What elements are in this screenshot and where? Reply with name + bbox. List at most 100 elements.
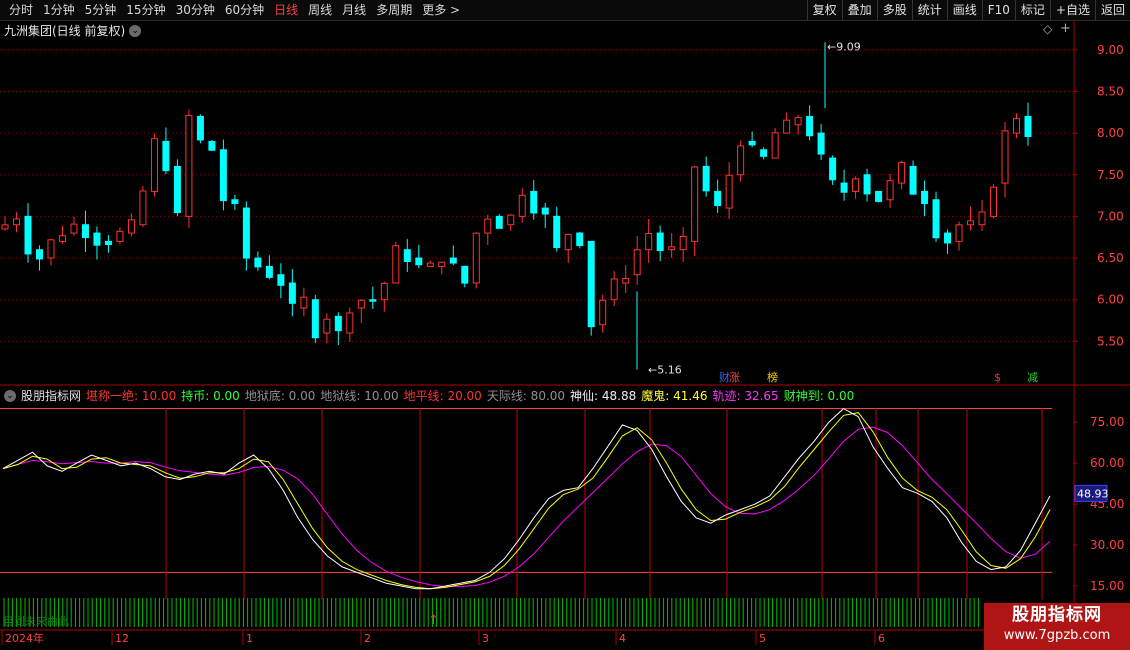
candle-body bbox=[530, 190, 538, 214]
time-label: 12 bbox=[115, 632, 129, 645]
candle-body bbox=[1024, 115, 1032, 138]
candle-body bbox=[564, 233, 572, 251]
candle-body bbox=[288, 282, 296, 304]
candle-body bbox=[35, 249, 43, 260]
candle-body bbox=[70, 223, 78, 234]
candle-body bbox=[829, 157, 837, 181]
candle-body bbox=[426, 262, 434, 267]
candle-body bbox=[725, 174, 733, 209]
indicator-legend-0: 堪称一绝: 10.00 bbox=[86, 389, 177, 403]
candle-body bbox=[173, 165, 181, 214]
candle-body bbox=[760, 149, 768, 157]
candle-body bbox=[978, 211, 986, 226]
candle-body bbox=[357, 299, 365, 309]
price-tick-label: 6.00 bbox=[1097, 293, 1124, 307]
indicator-legend-8: 轨迹: 32.65 bbox=[712, 389, 779, 403]
event-badge: 榜 bbox=[767, 370, 778, 384]
trace-line bbox=[2, 426, 1051, 587]
time-label: 5 bbox=[759, 632, 766, 645]
candle-body bbox=[93, 232, 101, 246]
price-tick-label: 6.50 bbox=[1097, 251, 1124, 265]
candle-body bbox=[219, 149, 227, 202]
candle-body bbox=[679, 235, 687, 251]
price-tick-label: 8.50 bbox=[1097, 84, 1124, 98]
indicator-legend-1: 持币: 0.00 bbox=[181, 389, 240, 403]
price-tick-label: 5.50 bbox=[1097, 334, 1124, 348]
candle-body bbox=[1, 224, 9, 230]
candle-body bbox=[748, 140, 756, 146]
candle-body bbox=[990, 186, 998, 217]
chart-canvas[interactable]: 9.00 8.50 8.00 7.50 7.00 6.50 6.00 5.50 ←9.09 ←5.… bbox=[0, 0, 1130, 650]
candle-body bbox=[840, 182, 848, 193]
candle-body bbox=[185, 114, 193, 217]
candle-body bbox=[967, 220, 975, 226]
candle-body bbox=[472, 232, 480, 284]
price-tick-label: 9.00 bbox=[1097, 43, 1124, 57]
candle-body bbox=[323, 318, 331, 334]
indicator-legend-6: 神仙: 48.88 bbox=[570, 389, 637, 403]
candle-body bbox=[254, 257, 262, 268]
candle-body bbox=[553, 215, 561, 249]
candle-body bbox=[150, 138, 158, 192]
time-label: 3 bbox=[482, 632, 489, 645]
candle-body bbox=[909, 165, 917, 195]
candle-body bbox=[817, 132, 825, 155]
candle-body bbox=[58, 235, 66, 242]
low-marker: ←5.16 bbox=[648, 364, 682, 377]
ind-tick-label: 30.00 bbox=[1090, 538, 1124, 552]
candle-body bbox=[208, 140, 216, 151]
indicator-name: 股朋指标网 bbox=[21, 389, 82, 403]
candle-body bbox=[863, 174, 871, 195]
candle-body bbox=[702, 165, 710, 192]
candle-body bbox=[12, 218, 20, 226]
candle-body bbox=[576, 232, 584, 247]
candle-body bbox=[955, 224, 963, 242]
candle-body bbox=[346, 312, 354, 334]
candle-body bbox=[645, 232, 653, 251]
candle-body bbox=[656, 232, 664, 252]
event-badge: 涨 bbox=[729, 371, 740, 384]
chevron-down-icon[interactable]: ⌄ bbox=[4, 389, 16, 402]
time-label: 2 bbox=[364, 632, 371, 645]
candle-body bbox=[1001, 130, 1009, 184]
price-tick-label: 8.00 bbox=[1097, 126, 1124, 140]
candle-body bbox=[518, 194, 526, 217]
candle-body bbox=[277, 274, 285, 286]
candle-body bbox=[622, 278, 630, 284]
candle-body bbox=[449, 257, 457, 264]
candle-body bbox=[127, 219, 135, 234]
candle-body bbox=[806, 115, 814, 137]
candle-body bbox=[392, 245, 400, 284]
candle-body bbox=[311, 299, 319, 339]
candle-body bbox=[875, 190, 883, 202]
stripe-label: 目到未来由此 bbox=[3, 615, 69, 628]
indicator-legend-5: 天际线: 80.00 bbox=[486, 389, 566, 403]
indicator-legend-2: 地狱底: 0.00 bbox=[244, 389, 316, 403]
candle-body bbox=[852, 178, 860, 192]
indicator-legend-3: 地狱线: 10.00 bbox=[320, 389, 399, 403]
candle-body bbox=[484, 218, 492, 234]
candle-body bbox=[921, 190, 929, 204]
watermark-line2: www.7gpzb.com bbox=[1003, 628, 1111, 643]
candle-body bbox=[265, 265, 273, 278]
price-tick-label: 7.50 bbox=[1097, 168, 1124, 182]
candle-body bbox=[668, 246, 676, 251]
candle-body bbox=[81, 224, 89, 239]
candle-body bbox=[380, 282, 388, 301]
candle-body bbox=[231, 199, 239, 205]
up-arrow-icon: ↑ bbox=[428, 613, 439, 628]
candle-body bbox=[415, 257, 423, 266]
devil-line bbox=[2, 412, 1051, 590]
watermark-line1: 股朋指标网 bbox=[1012, 605, 1102, 625]
candle-body bbox=[610, 278, 618, 301]
candle-body bbox=[932, 199, 940, 239]
price-tick-label: 7.00 bbox=[1097, 209, 1124, 223]
indicator-legend-7: 魔鬼: 41.46 bbox=[641, 389, 708, 403]
candle-body bbox=[633, 249, 641, 276]
candle-body bbox=[47, 239, 55, 259]
candle-body bbox=[599, 299, 607, 326]
candle-body bbox=[300, 296, 308, 309]
candle-body bbox=[461, 265, 469, 284]
candle-body bbox=[1013, 118, 1021, 134]
watermark-logo: 股朋指标网 www.7gpzb.com bbox=[984, 603, 1130, 650]
